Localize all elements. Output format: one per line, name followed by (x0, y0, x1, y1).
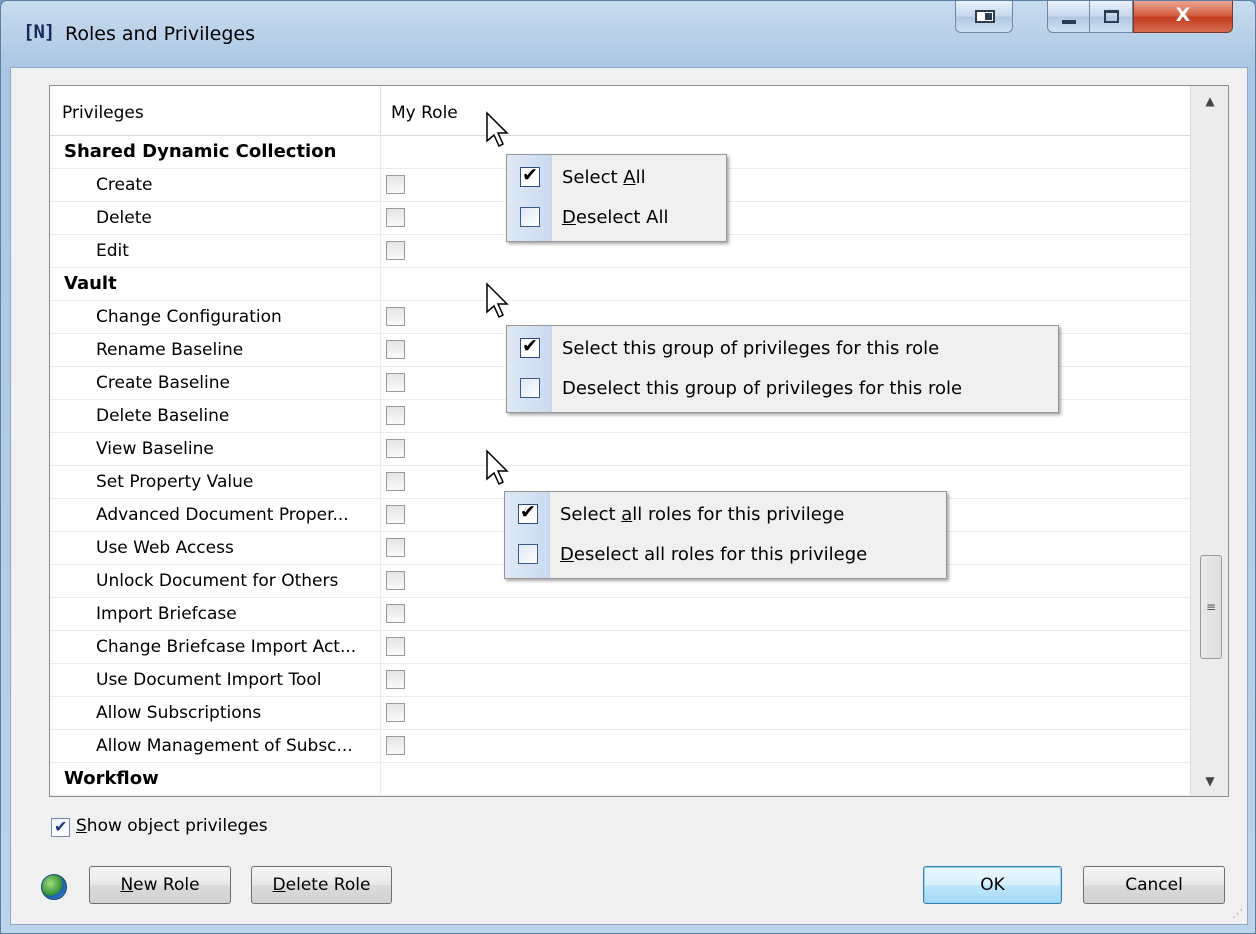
window-title: Roles and Privileges (65, 23, 256, 45)
header-context-menu: ✔ Select All Deselect All (506, 154, 727, 242)
group-label: Vault (50, 268, 381, 301)
menu-deselect-all-roles[interactable]: Deselect all roles for this privilege (505, 534, 946, 574)
grip-icon: ≡ (1206, 600, 1217, 614)
privilege-label: Import Briefcase (50, 598, 381, 631)
menu-deselect-all[interactable]: Deselect All (507, 197, 726, 237)
privilege-label: Change Briefcase Import Act... (50, 631, 381, 664)
close-button[interactable]: X (1133, 1, 1233, 33)
group-label: Workflow (50, 763, 381, 796)
title-bar[interactable]: [N] Roles and Privileges X (1, 1, 1255, 67)
privilege-label: Change Configuration (50, 301, 381, 334)
role-checkbox[interactable] (386, 241, 405, 260)
role-checkbox[interactable] (386, 340, 405, 359)
privilege-label: Create Baseline (50, 367, 381, 400)
new-role-button[interactable]: New Role (89, 866, 231, 904)
maximize-button[interactable] (1090, 1, 1133, 33)
privilege-label: Advanced Document Proper... (50, 499, 381, 532)
privilege-row[interactable]: Use Document Import Tool (50, 664, 1190, 697)
checkbox-checked-icon: ✔ (518, 501, 538, 524)
cancel-button[interactable]: Cancel (1083, 866, 1225, 904)
privilege-row[interactable]: Allow Subscriptions (50, 697, 1190, 730)
role-checkbox[interactable] (386, 373, 405, 392)
role-checkbox[interactable] (386, 208, 405, 227)
role-checkbox[interactable] (386, 175, 405, 194)
privilege-row[interactable]: Import Briefcase (50, 598, 1190, 631)
resize-grip-icon[interactable]: ⋰ (1232, 907, 1243, 920)
role-checkbox[interactable] (386, 472, 405, 491)
menu-select-group[interactable]: ✔ Select this group of privileges for th… (507, 328, 1058, 368)
mouse-cursor-icon (486, 449, 509, 486)
minimize-button[interactable] (1047, 1, 1090, 33)
close-icon: X (1175, 4, 1191, 26)
checkbox-empty-icon (520, 378, 540, 398)
minimize-icon (1062, 20, 1076, 24)
privilege-label: Use Document Import Tool (50, 664, 381, 697)
ok-button[interactable]: OK (923, 866, 1062, 904)
globe-info-icon[interactable] (41, 874, 67, 900)
privilege-label: View Baseline (50, 433, 381, 466)
grid-header: Privileges My Role (50, 86, 1190, 136)
privilege-label: Allow Subscriptions (50, 697, 381, 730)
group-label: Shared Dynamic Collection (50, 136, 381, 169)
scroll-up-icon[interactable]: ▲ (1191, 86, 1228, 116)
role-checkbox[interactable] (386, 736, 405, 755)
checkbox-checked-icon: ✔ (520, 335, 540, 358)
role-checkbox[interactable] (386, 604, 405, 623)
privilege-label: Delete Baseline (50, 400, 381, 433)
app-icon: [N] (23, 21, 55, 43)
scroll-down-icon[interactable]: ▼ (1191, 766, 1228, 796)
header-my-role[interactable]: My Role (381, 86, 481, 136)
vertical-scrollbar[interactable]: ▲ ≡ ▼ (1190, 86, 1228, 796)
dialog-client-area: Privileges My Role Shared Dynamic Collec… (10, 67, 1248, 925)
checkbox-empty-icon (520, 207, 540, 227)
maximize-icon (1104, 10, 1119, 23)
checkbox-checked-icon[interactable]: ✔ (51, 817, 70, 837)
privilege-label: Delete (50, 202, 381, 235)
menu-select-all-roles[interactable]: ✔ Select all roles for this privilege (505, 494, 946, 534)
privilege-row[interactable]: Allow Management of Subsc... (50, 730, 1190, 763)
roles-privileges-window: [N] Roles and Privileges X Privileges My… (0, 0, 1256, 934)
window-layout-icon (975, 10, 995, 23)
role-checkbox[interactable] (386, 670, 405, 689)
role-checkbox[interactable] (386, 307, 405, 326)
privilege-label: Unlock Document for Others (50, 565, 381, 598)
privilege-label: Set Property Value (50, 466, 381, 499)
mouse-cursor-icon (486, 111, 509, 148)
privilege-label: Edit (50, 235, 381, 268)
privilege-label: Use Web Access (50, 532, 381, 565)
role-checkbox[interactable] (386, 538, 405, 557)
scroll-thumb[interactable]: ≡ (1200, 555, 1222, 659)
checkbox-empty-icon (518, 544, 538, 564)
privilege-label: Rename Baseline (50, 334, 381, 367)
role-checkbox[interactable] (386, 703, 405, 722)
menu-select-all[interactable]: ✔ Select All (507, 157, 726, 197)
header-privileges[interactable]: Privileges (50, 86, 381, 136)
window-extra-button[interactable] (955, 1, 1013, 33)
privilege-row[interactable]: Change Briefcase Import Act... (50, 631, 1190, 664)
privilege-group-row[interactable]: Vault (50, 268, 1190, 301)
privilege-row[interactable]: View Baseline (50, 433, 1190, 466)
role-checkbox[interactable] (386, 406, 405, 425)
group-context-menu: ✔ Select this group of privileges for th… (506, 325, 1059, 413)
role-checkbox[interactable] (386, 637, 405, 656)
privilege-context-menu: ✔ Select all roles for this privilege De… (504, 491, 947, 579)
role-checkbox[interactable] (386, 505, 405, 524)
privilege-group-row[interactable]: Workflow (50, 763, 1190, 796)
checkbox-checked-icon: ✔ (520, 164, 540, 187)
role-checkbox[interactable] (386, 439, 405, 458)
mouse-cursor-icon (486, 282, 509, 319)
role-checkbox[interactable] (386, 571, 405, 590)
privilege-label: Create (50, 169, 381, 202)
delete-role-button[interactable]: Delete Role (251, 866, 392, 904)
privilege-label: Allow Management of Subsc... (50, 730, 381, 763)
menu-deselect-group[interactable]: Deselect this group of privileges for th… (507, 368, 1058, 408)
